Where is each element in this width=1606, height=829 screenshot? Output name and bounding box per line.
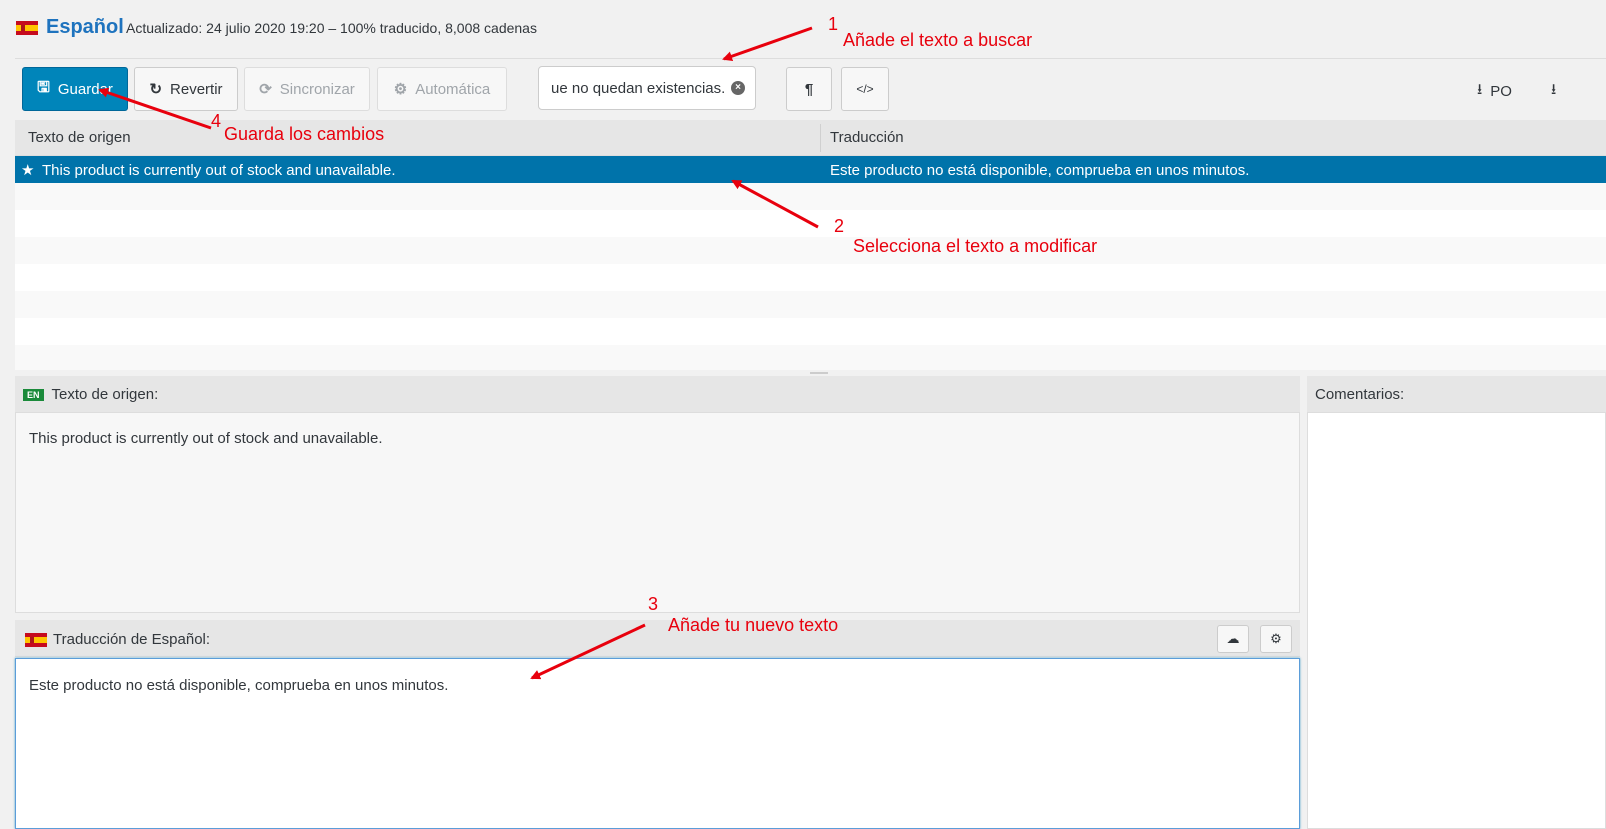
editor-toolbar: 🖫 Guardar ↻ Revertir ⟳ Sincronizar ⚙ Aut… [15,58,1606,120]
row-source-text: This product is currently out of stock a… [42,162,396,179]
language-meta: Actualizado: 24 julio 2020 19:20 – 100% … [126,20,537,36]
download-mo-button[interactable]: ⭳ [1551,79,1556,104]
editor-header: Español Actualizado: 24 julio 2020 19:20… [0,0,1606,58]
source-text: This product is currently out of stock a… [29,430,383,447]
strings-grid: ★ This product is currently out of stock… [15,156,1606,372]
annotation-3-text: Añade tu nuevo texto [668,615,839,635]
translation-column-header[interactable]: Traducción [830,129,904,146]
splitter-grip[interactable] [810,372,828,374]
table-row[interactable] [15,291,1606,318]
download-icon: ⭳ [1551,81,1557,98]
table-row[interactable] [15,264,1606,291]
cloud-button[interactable]: ☁ [1217,625,1249,653]
source-column-header[interactable]: Texto de origen [28,129,131,146]
download-po-button[interactable]: ⭳ PO [1477,79,1512,104]
column-separator [820,124,821,152]
annotation-2-number: 2 [834,216,845,236]
table-row[interactable] [15,237,1606,264]
spain-flag-icon [16,21,38,35]
english-tag: EN [23,389,44,402]
code-icon: </> [856,82,874,96]
refresh-icon: ↻ [149,81,163,98]
sync-icon: ⟳ [259,81,272,98]
row-translation-text: Este producto no está disponible, compru… [830,162,1250,179]
robot-icon: ⚙ [393,81,408,98]
save-button-label: Guardar [57,80,113,98]
revert-button-label: Revertir [170,80,223,98]
sync-button[interactable]: ⟳ Sincronizar [244,67,370,111]
translation-pane-header: Traducción de Español: ☁ ⚙ [15,620,1300,657]
floppy-disk-icon: 🖫 [37,78,50,96]
auto-translate-button[interactable]: ⚙ Automática [377,67,507,111]
table-row[interactable] [15,345,1606,372]
table-row[interactable] [15,183,1606,210]
source-pane-title: Texto de origen: [51,386,159,403]
sync-button-label: Sincronizar [279,80,355,98]
translation-textarea[interactable]: Este producto no está disponible, compru… [15,658,1300,829]
code-view-toggle-button[interactable]: </> [841,67,889,111]
auto-translate-button-label: Automática [415,80,491,98]
annotation-1-number: 1 [828,14,839,34]
spain-flag-icon [25,633,47,647]
pilcrow-icon: ¶ [804,80,814,98]
annotation-4-number: 4 [211,111,222,131]
clear-search-icon[interactable]: × [731,81,745,95]
download-po-label: PO [1490,83,1512,100]
save-button[interactable]: 🖫 Guardar [22,67,128,111]
invisibles-toggle-button[interactable]: ¶ [786,67,832,111]
annotation-1-text: Añade el texto a buscar [843,30,1033,50]
translation-pane-title: Traducción de Español: [53,631,211,648]
download-icon: ⭳ [1477,81,1483,98]
annotation-2-text: Selecciona el texto a modificar [853,236,1098,256]
cloud-icon: ☁ [1226,631,1240,646]
table-row-selected[interactable]: ★ This product is currently out of stock… [15,156,1606,183]
table-row[interactable] [15,318,1606,345]
language-title: Español [46,16,124,38]
auto-translate-small-button[interactable]: ⚙ [1260,625,1292,653]
translation-text: Este producto no está disponible, compru… [29,677,449,694]
source-pane-header: EN Texto de origen: [15,376,1300,413]
annotation-3-number: 3 [648,594,659,614]
search-input[interactable]: ue no quedan existencias. [538,66,756,110]
table-row[interactable] [15,210,1606,237]
comments-pane-header: Comentarios: [1307,376,1606,413]
comments-pane-title: Comentarios: [1315,386,1405,403]
star-icon: ★ [21,162,35,179]
revert-button[interactable]: ↻ Revertir [134,67,238,111]
annotation-4-text: Guarda los cambios [224,124,385,144]
comments-textarea[interactable] [1307,413,1606,829]
robot-icon: ⚙ [1270,631,1282,646]
source-pane-body: This product is currently out of stock a… [15,413,1300,613]
